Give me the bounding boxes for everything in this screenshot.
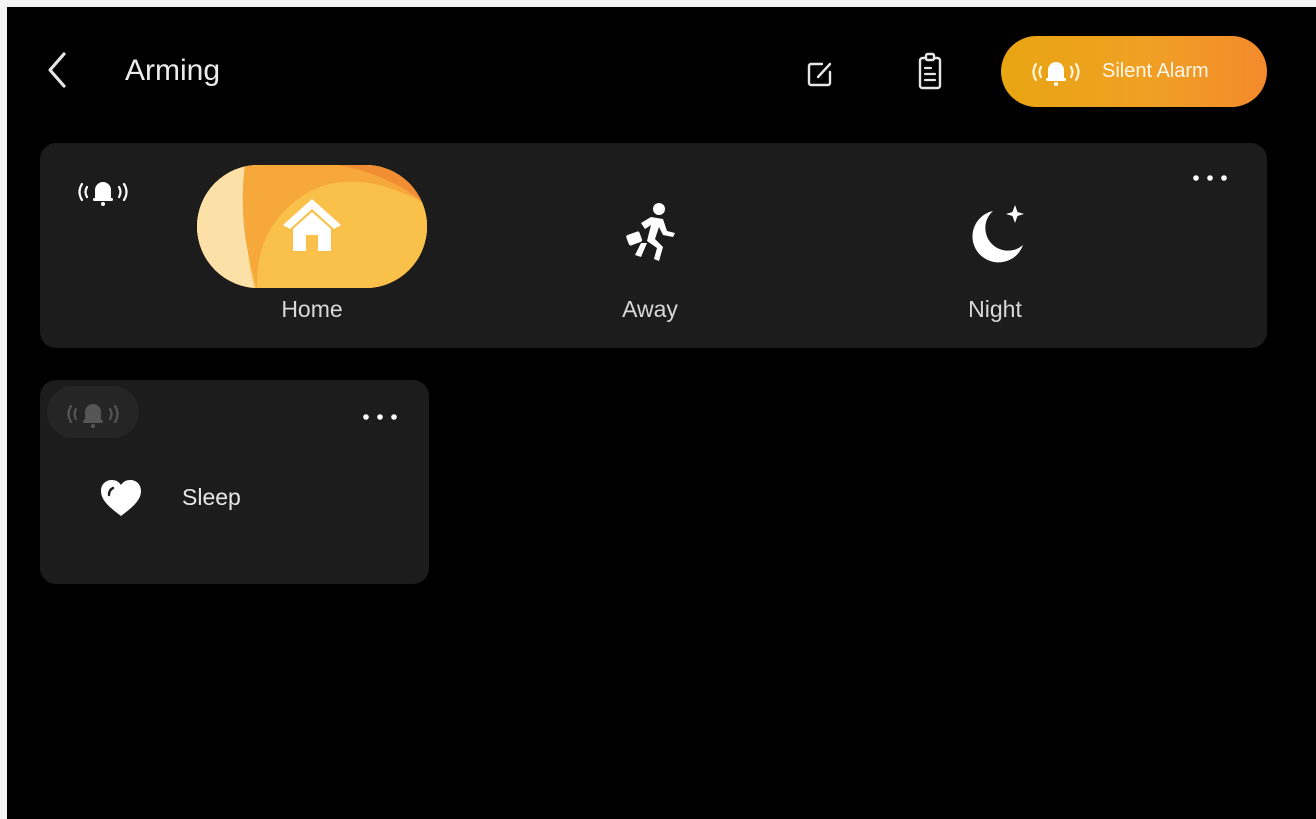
alarm-bell-icon <box>58 394 128 434</box>
mode-away[interactable]: Away <box>560 165 740 335</box>
more-dots-icon <box>363 414 397 420</box>
mode-label-night: Night <box>968 296 1022 322</box>
heart-icon <box>99 478 143 518</box>
silent-alarm-label: Silent Alarm <box>1102 60 1209 82</box>
log-button[interactable] <box>908 50 950 94</box>
mode-home[interactable]: Home <box>197 165 427 335</box>
edit-icon <box>807 62 832 87</box>
sleep-mode-label: Sleep <box>182 484 241 510</box>
home-icon <box>283 199 341 251</box>
moon-star-icon <box>972 205 1024 263</box>
running-person-icon <box>626 203 675 261</box>
alarm-bell-icon <box>70 172 136 212</box>
mode-night[interactable]: Night <box>905 165 1085 335</box>
mode-label-away: Away <box>622 296 678 322</box>
app-screen: Arming Silent Alarm Home Away Night Slee… <box>7 7 1316 819</box>
silent-alarm-button[interactable]: Silent Alarm <box>1001 36 1267 107</box>
clipboard-icon <box>918 52 942 90</box>
back-button[interactable] <box>38 46 78 94</box>
more-options-button[interactable] <box>1187 168 1233 188</box>
page-title: Arming <box>125 54 221 87</box>
more-dots-icon <box>1193 175 1227 181</box>
more-options-button[interactable] <box>357 407 403 427</box>
chevron-left-icon <box>48 52 66 88</box>
alarm-bell-icon <box>1032 61 1080 86</box>
mode-label-home: Home <box>281 296 343 322</box>
selected-mode-highlight <box>197 165 427 288</box>
edit-button[interactable] <box>798 52 840 94</box>
